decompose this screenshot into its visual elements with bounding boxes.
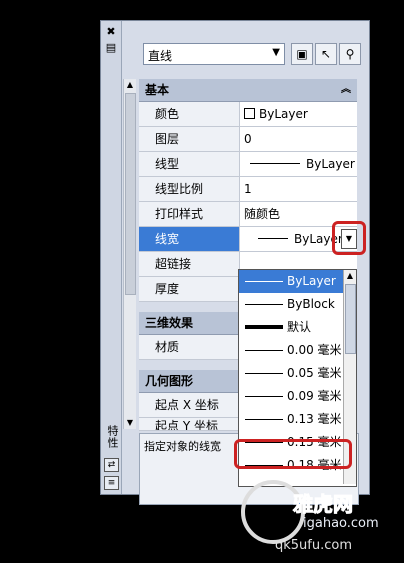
property-value[interactable]: ByLayer [240,152,357,176]
line-preview-icon [245,304,283,305]
watermark-text: 雅虎网 [293,492,354,517]
property-label: 颜色 [139,102,240,126]
line-preview-icon [245,373,283,374]
option-label: 0.00 毫米 [287,343,342,357]
property-label: 图层 [139,127,240,151]
highlight-option [234,439,352,469]
palette-menu-icon[interactable]: ≡ [104,476,119,490]
object-type-select[interactable]: 直线 ▼ [143,43,285,65]
property-label: 线型 [139,152,240,176]
property-label: 线型比例 [139,177,240,201]
option-label: 0.05 毫米 [287,366,342,380]
list-item[interactable]: 0.00 毫米 [239,339,356,362]
property-row-color[interactable]: 颜色 ByLayer [139,102,357,127]
palette-scrollbar[interactable]: ▲ ▼ [123,79,136,429]
line-preview-icon [245,325,283,329]
property-label: 线宽 [139,227,240,251]
line-preview-icon [245,419,283,420]
description-text: 指定对象的线宽 [144,440,221,453]
linetype-preview-icon [250,163,300,164]
category-basic[interactable]: 基本 ︽ [139,79,357,102]
scroll-up-icon[interactable]: ▲ [124,79,136,91]
property-label: 厚度 [139,277,240,301]
linetype-value: ByLayer [306,157,355,171]
line-preview-icon [245,396,283,397]
highlight-dropdown-button [332,221,366,255]
scrollbar-thumb[interactable] [125,93,136,295]
chevron-down-icon: ▼ [272,47,280,58]
property-row-linetype-scale[interactable]: 线型比例 1 [139,177,357,202]
property-value[interactable]: ByLayer [240,102,357,126]
palette-title-strip: ✖ ▤ 特性 ⇄ ≡ [101,21,122,494]
property-row-layer[interactable]: 图层 0 [139,127,357,152]
watermark-text: qk5ufu.com [275,538,353,553]
line-preview-icon [245,350,283,351]
color-swatch-icon [244,108,255,119]
scrollbar-thumb[interactable] [345,284,356,354]
object-type-value: 直线 [148,49,173,63]
collapse-icon[interactable]: ︽ [341,79,351,101]
category-label: 三维效果 [145,316,194,330]
palette-title: 特性 [106,425,119,449]
property-label: 材质 [139,335,240,359]
close-icon[interactable]: ✖ [105,26,117,38]
list-item[interactable]: 默认 [239,316,356,339]
category-label: 基本 [145,83,170,97]
property-value[interactable]: 1 [240,177,357,201]
option-label: ByLayer [287,274,336,288]
property-row-lineweight[interactable]: 线宽 ByLayer ▼ [139,227,357,252]
option-label: 0.13 毫米 [287,412,342,426]
property-row-plot-style[interactable]: 打印样式 随颜色 [139,202,357,227]
scroll-up-icon[interactable]: ▲ [344,270,356,282]
auto-hide-icon[interactable]: ▤ [105,42,117,54]
list-item[interactable]: ByLayer [239,270,356,293]
property-row-linetype[interactable]: 线型 ByLayer [139,152,357,177]
property-label: 起点 X 坐标 [139,393,240,417]
watermark-logo: 雅虎网 igahao.com qk5ufu.com [235,470,404,560]
list-item[interactable]: 0.13 毫米 [239,408,356,431]
selection-toolbar: 直线 ▼ ▣ ↖ ⚲ [143,43,363,67]
category-label: 几何图形 [145,374,194,388]
select-objects-button[interactable]: ↖ [315,43,337,65]
quick-select-button[interactable]: ⚲ [339,43,361,65]
scroll-down-icon[interactable]: ▼ [124,417,136,429]
property-label: 超链接 [139,252,240,276]
list-item[interactable]: 0.09 毫米 [239,385,356,408]
property-value[interactable]: 0 [240,127,357,151]
option-label: ByBlock [287,297,335,311]
resize-icon[interactable]: ⇄ [104,458,119,472]
property-label: 起点 Y 坐标 [139,418,240,430]
list-item[interactable]: ByBlock [239,293,356,316]
option-label: 0.09 毫米 [287,389,342,403]
list-item[interactable]: 0.05 毫米 [239,362,356,385]
line-preview-icon [245,281,283,282]
properties-palette: ✖ ▤ 特性 ⇄ ≡ 直线 ▼ ▣ ↖ ⚲ ▲ ▼ 基本 ︽ 颜色 ByLaye… [100,20,370,505]
toggle-pickadd-button[interactable]: ▣ [291,43,313,65]
option-label: 默认 [287,320,312,334]
watermark-text: igahao.com [303,516,379,531]
property-label: 打印样式 [139,202,240,226]
lineweight-preview-icon [258,238,288,239]
color-value: ByLayer [259,107,308,121]
